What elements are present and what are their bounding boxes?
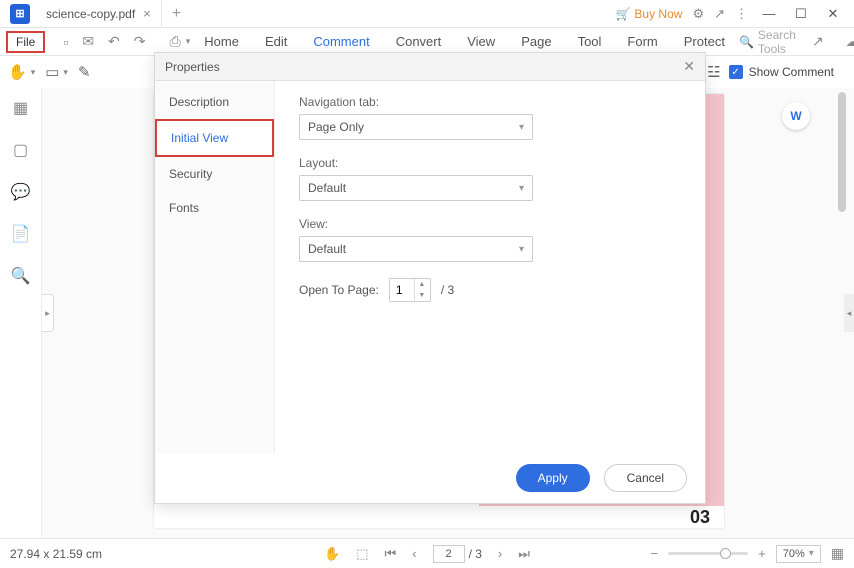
title-bar: ⊞ science-copy.pdf × + 🛒 Buy Now ⚙ ↗ ⋮ —… (0, 0, 854, 28)
note-tool-icon[interactable]: ☳ (707, 63, 720, 81)
cloud-icon[interactable]: ☁ (840, 33, 854, 50)
apply-button[interactable]: Apply (516, 464, 590, 492)
thumbnails-icon[interactable]: ▦ (13, 98, 28, 118)
cart-icon: 🛒 (615, 7, 630, 21)
scroll-thumb[interactable] (838, 92, 846, 212)
view-select[interactable]: Default ▾ (299, 236, 533, 262)
tab-fonts[interactable]: Fonts (155, 191, 274, 225)
open-external-icon[interactable]: ↗ (806, 33, 830, 50)
tab-security[interactable]: Security (155, 157, 274, 191)
zoom-thumb[interactable] (720, 548, 731, 559)
add-tab-button[interactable]: + (162, 6, 191, 22)
open-to-page-input[interactable] (390, 279, 414, 301)
print-icon[interactable]: ⎙ (164, 33, 187, 50)
left-sidebar: ▦ ▢ 💬 📄 🔍 (0, 88, 42, 538)
file-menu[interactable]: File (6, 31, 45, 53)
menu-view[interactable]: View (455, 34, 507, 49)
dialog-content: Navigation tab: Page Only ▾ Layout: Defa… (275, 81, 705, 453)
pencil-tool-icon[interactable]: ✎ (78, 63, 91, 81)
chevron-down-icon: ▾ (519, 183, 524, 194)
mail-icon[interactable]: ✉ (76, 33, 100, 50)
zoom-in-icon[interactable]: + (758, 546, 766, 561)
bookmarks-icon[interactable]: ▢ (13, 140, 28, 160)
tab-initial-view[interactable]: Initial View (155, 119, 274, 157)
navigation-label: Navigation tab: (299, 95, 681, 109)
page-dimensions: 27.94 x 21.59 cm (10, 547, 102, 561)
menu-home[interactable]: Home (192, 34, 251, 49)
buy-now-link[interactable]: 🛒 Buy Now (615, 7, 682, 21)
zoom-slider[interactable] (668, 552, 748, 555)
menu-form[interactable]: Form (615, 34, 669, 49)
hand-tool-icon[interactable]: ✋ (8, 63, 27, 81)
menu-protect[interactable]: Protect (672, 34, 737, 49)
comments-icon[interactable]: 💬 (11, 182, 31, 202)
menu-convert[interactable]: Convert (384, 34, 454, 49)
share-icon[interactable]: ↗ (714, 6, 725, 22)
layout-label: Layout: (299, 156, 681, 170)
navigation-select[interactable]: Page Only ▾ (299, 114, 533, 140)
chevron-down-icon: ▾ (519, 122, 524, 133)
dialog-header: Properties ✕ (155, 53, 705, 81)
minimize-button[interactable]: — (758, 6, 780, 21)
menu-page[interactable]: Page (509, 34, 563, 49)
search-panel-icon[interactable]: 🔍 (11, 266, 31, 286)
gift-icon[interactable]: ⚙ (692, 6, 704, 22)
menu-edit[interactable]: Edit (253, 34, 299, 49)
maximize-button[interactable]: ☐ (790, 6, 812, 22)
zoom-out-icon[interactable]: − (651, 546, 659, 561)
page-total: / 3 (469, 547, 482, 561)
dialog-footer: Apply Cancel (155, 453, 705, 503)
hand-mode-icon[interactable]: ✋ (324, 546, 340, 562)
fit-page-icon[interactable]: ▦ (831, 545, 844, 562)
next-page-icon[interactable]: › (498, 546, 502, 561)
menu-comment[interactable]: Comment (301, 34, 381, 49)
search-tools[interactable]: 🔍 Search Tools (739, 28, 796, 56)
show-comment-toggle[interactable]: ✓ Show Comment (729, 65, 834, 79)
status-bar: 27.94 x 21.59 cm ✋ ⬚ ⏮ ‹ 2 / 3 › ⏭ − + 7… (0, 538, 854, 568)
layout-select[interactable]: Default ▾ (299, 175, 533, 201)
spin-up-icon[interactable]: ▲ (415, 279, 429, 290)
chevron-down-icon: ▾ (809, 548, 814, 559)
spin-down-icon[interactable]: ▼ (415, 290, 429, 301)
dialog-sidebar: Description Initial View Security Fonts (155, 81, 275, 453)
dialog-title: Properties (165, 60, 220, 74)
attachments-icon[interactable]: 📄 (11, 224, 31, 244)
document-tab[interactable]: science-copy.pdf × (36, 0, 162, 28)
page-corner-number: 03 (690, 507, 710, 528)
export-word-badge[interactable]: W (782, 102, 810, 130)
close-window-button[interactable]: ✕ (822, 6, 844, 22)
cancel-button[interactable]: Cancel (604, 464, 687, 492)
properties-dialog: Properties ✕ Description Initial View Se… (154, 52, 706, 504)
view-label: View: (299, 217, 681, 231)
open-to-page-spinner[interactable]: ▲ ▼ (389, 278, 431, 302)
first-page-icon[interactable]: ⏮ (385, 546, 397, 562)
open-to-page-label: Open To Page: (299, 283, 379, 297)
save-icon[interactable]: ▫ (57, 34, 74, 50)
menu-tool[interactable]: Tool (566, 34, 614, 49)
checkbox-icon: ✓ (729, 65, 743, 79)
redo-icon[interactable]: ↷ (128, 33, 152, 50)
prev-page-icon[interactable]: ‹ (412, 546, 416, 561)
chevron-down-icon: ▾ (519, 244, 524, 255)
page-total-label: / 3 (441, 283, 454, 297)
select-tool-icon[interactable]: ▭ (45, 63, 59, 81)
more-icon[interactable]: ⋮ (735, 6, 748, 22)
search-icon: 🔍 (739, 35, 754, 49)
select-mode-icon[interactable]: ⬚ (356, 546, 368, 562)
tab-title: science-copy.pdf (46, 7, 135, 21)
app-icon: ⊞ (10, 4, 30, 24)
expand-left-handle[interactable]: ▸ (42, 294, 54, 332)
zoom-percent-select[interactable]: 70% ▾ (776, 545, 821, 563)
undo-icon[interactable]: ↶ (102, 33, 126, 50)
last-page-icon[interactable]: ⏭ (518, 546, 530, 562)
close-dialog-icon[interactable]: ✕ (683, 58, 695, 75)
scrollbar[interactable] (838, 92, 846, 532)
close-tab-icon[interactable]: × (143, 6, 151, 21)
tab-description[interactable]: Description (155, 85, 274, 119)
page-number-input[interactable]: 2 (433, 545, 465, 563)
